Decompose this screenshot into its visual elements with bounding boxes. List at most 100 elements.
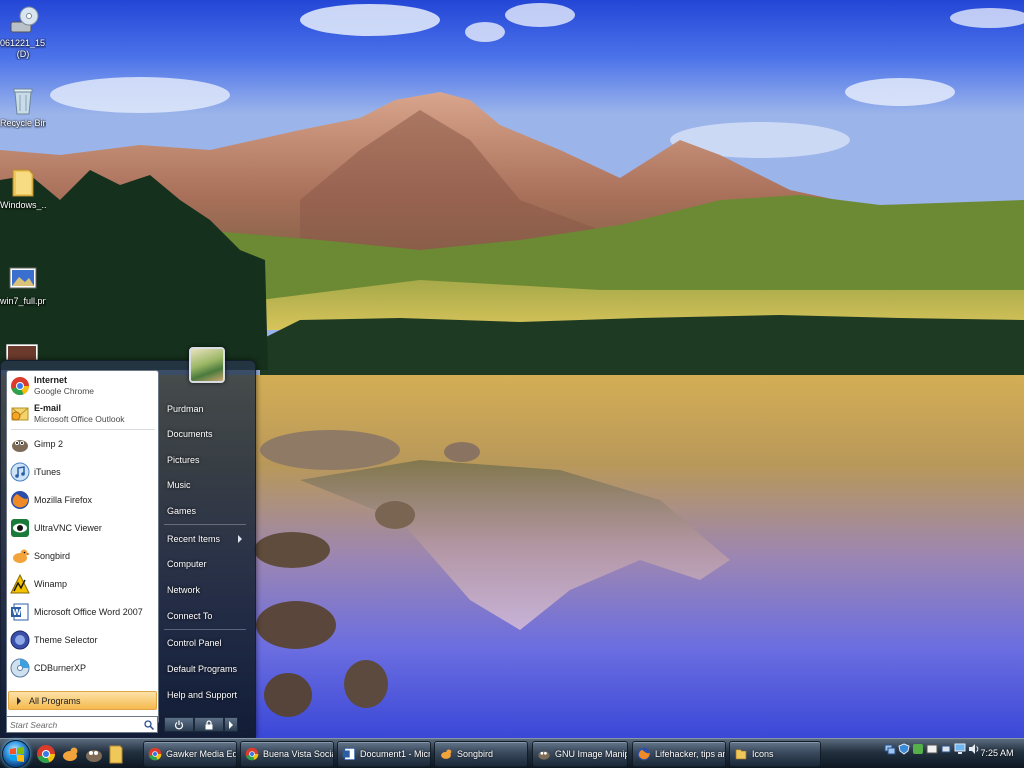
user-picture[interactable] xyxy=(189,347,225,383)
taskbar: Gawker Media Edit... Buena Vista Social … xyxy=(0,738,1024,768)
word-icon xyxy=(342,748,355,760)
security-icon[interactable] xyxy=(912,743,924,755)
desktop-icon-label: Windows_... xyxy=(0,200,46,210)
desktop-icon-drive[interactable]: 061221_1518 (D) xyxy=(0,4,46,60)
start-right-item-connect-to[interactable]: Connect To xyxy=(164,606,248,626)
desktop-icon-label: win7_full.png xyxy=(0,296,46,306)
task-button[interactable]: Songbird xyxy=(434,741,528,767)
songbird-icon[interactable] xyxy=(60,744,80,764)
power-button[interactable] xyxy=(164,717,194,732)
program-name: Microsoft Office Word 2007 xyxy=(34,606,143,617)
start-right-item-user[interactable]: Purdman xyxy=(164,399,248,419)
all-programs-label: All Programs xyxy=(29,695,81,706)
start-right-item-recent-items[interactable]: Recent Items xyxy=(164,529,248,549)
start-button[interactable] xyxy=(2,740,30,768)
start-menu: Internet Google Chrome E-mail Microsoft … xyxy=(0,347,256,738)
songbird-icon xyxy=(13,549,30,563)
program-item-gimp[interactable]: Gimp 2 xyxy=(9,431,157,457)
program-subtitle: Microsoft Office Outlook xyxy=(34,414,125,424)
start-right-item-default-programs[interactable]: Default Programs xyxy=(164,659,248,679)
chevron-right-icon xyxy=(238,535,242,543)
taskbar-clock[interactable]: 7:25 AM xyxy=(970,739,1024,767)
winamp-icon xyxy=(10,574,30,594)
task-label: Icons xyxy=(752,749,774,759)
task-button[interactable]: Gawker Media Edit... xyxy=(143,741,237,767)
power-icon xyxy=(174,720,184,729)
desktop-icon-windows-folder[interactable]: Windows_... xyxy=(0,166,46,211)
start-right-item-computer[interactable]: Computer xyxy=(164,554,248,574)
folder-icon xyxy=(12,169,34,197)
program-item-songbird[interactable]: Songbird xyxy=(9,543,157,569)
program-item-firefox[interactable]: Mozilla Firefox xyxy=(9,487,157,513)
firefox-icon xyxy=(11,491,29,509)
word-icon: W xyxy=(11,603,29,621)
lock-button[interactable] xyxy=(194,717,224,732)
power-status-icon[interactable] xyxy=(940,743,952,755)
start-search-placeholder: Start Search xyxy=(10,720,58,730)
program-item-word[interactable]: W Microsoft Office Word 2007 xyxy=(9,599,157,625)
chrome-icon xyxy=(245,747,259,761)
chrome-icon xyxy=(11,377,30,396)
program-name: Theme Selector xyxy=(34,634,98,645)
task-button[interactable]: Document1 - Micr... xyxy=(337,741,431,767)
firefox-icon xyxy=(637,747,651,761)
image-file-icon xyxy=(9,267,37,289)
shield-icon[interactable] xyxy=(898,743,910,755)
program-item-cdburnerxp[interactable]: CDBurnerXP xyxy=(9,655,157,681)
menu-separator xyxy=(164,524,246,525)
program-item-theme-selector[interactable]: Theme Selector xyxy=(9,627,157,653)
theme-selector-icon xyxy=(10,630,30,650)
desktop-icon-recycle-bin[interactable]: Recycle Bin xyxy=(0,84,46,129)
task-button[interactable]: GNU Image Manip... xyxy=(532,741,628,767)
start-right-item-music[interactable]: Music xyxy=(164,475,248,495)
program-item-winamp[interactable]: Winamp xyxy=(9,571,157,597)
start-right-item-pictures[interactable]: Pictures xyxy=(164,450,248,470)
search-icon[interactable] xyxy=(144,720,154,730)
desktop-icon-win7-png[interactable]: win7_full.png xyxy=(0,262,46,307)
app-tray-icon[interactable] xyxy=(926,743,938,755)
image-file-icon[interactable] xyxy=(6,344,38,360)
cdburner-icon xyxy=(10,658,30,678)
desktop-icon-sublabel: (D) xyxy=(16,49,30,59)
start-right-item-control-panel[interactable]: Control Panel xyxy=(164,633,248,653)
ultravnc-icon xyxy=(11,519,29,537)
monitor-icon[interactable] xyxy=(954,743,966,755)
folder-icon[interactable] xyxy=(106,744,126,764)
start-right-item-help-support[interactable]: Help and Support xyxy=(164,685,248,705)
start-right-item-network[interactable]: Network xyxy=(164,580,248,600)
pinned-internet[interactable]: Internet Google Chrome xyxy=(9,373,157,399)
task-button[interactable]: Buena Vista Social ... xyxy=(240,741,334,767)
menu-separator xyxy=(11,429,155,430)
chevron-right-icon xyxy=(17,696,21,705)
program-subtitle: Google Chrome xyxy=(34,386,95,396)
windows-logo-icon xyxy=(10,747,24,762)
program-item-itunes[interactable]: iTunes xyxy=(9,459,157,485)
start-right-item-documents[interactable]: Documents xyxy=(164,424,248,444)
network-icon[interactable] xyxy=(884,743,896,755)
program-item-ultravnc[interactable]: UltraVNC Viewer xyxy=(9,515,157,541)
task-label: Songbird xyxy=(457,749,494,759)
pinned-email[interactable]: E-mail Microsoft Office Outlook xyxy=(9,401,157,427)
gimp-icon xyxy=(538,751,550,760)
task-label: Gawker Media Edit... xyxy=(166,749,236,759)
program-name: UltraVNC Viewer xyxy=(34,522,102,533)
outlook-icon xyxy=(11,407,29,421)
start-menu-programs-pane: Internet Google Chrome E-mail Microsoft … xyxy=(6,370,159,724)
chrome-icon[interactable] xyxy=(36,744,56,764)
disc-drive-icon xyxy=(10,6,39,33)
power-options-button[interactable] xyxy=(224,717,238,732)
lock-icon xyxy=(205,719,213,729)
task-button[interactable]: Lifehacker, tips an... xyxy=(632,741,726,767)
start-right-item-games[interactable]: Games xyxy=(164,501,248,521)
program-name: CDBurnerXP xyxy=(34,662,87,673)
program-name: Internet xyxy=(34,375,68,385)
chrome-icon xyxy=(148,747,162,761)
recent-items-label: Recent Items xyxy=(167,534,221,544)
all-programs-button[interactable]: All Programs xyxy=(8,691,157,710)
gimp-icon[interactable] xyxy=(84,744,104,764)
start-search-input[interactable]: Start Search xyxy=(6,716,158,733)
task-button[interactable]: Icons xyxy=(729,741,821,767)
program-name: Songbird xyxy=(34,550,71,561)
menu-separator xyxy=(164,629,246,630)
program-name: Mozilla Firefox xyxy=(34,494,93,505)
